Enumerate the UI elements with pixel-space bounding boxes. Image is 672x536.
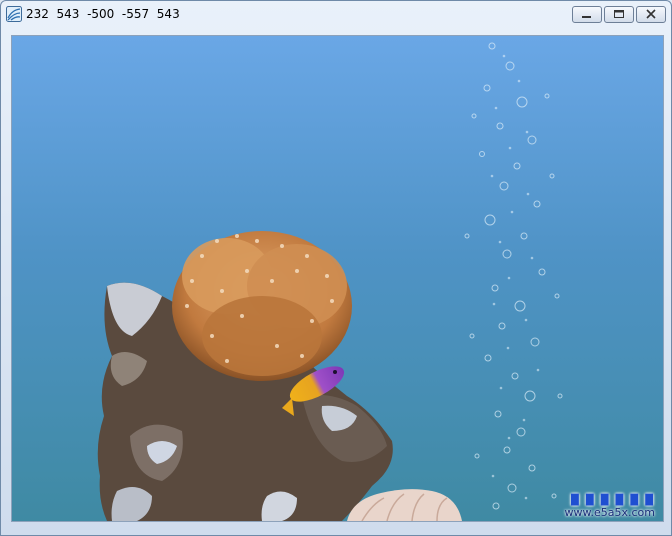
maximize-button[interactable] xyxy=(604,6,634,23)
app-window: 232 543 -500 -557 543 █ █ █ █ █ █ www.e5… xyxy=(0,0,672,536)
soft-coral xyxy=(172,231,352,381)
window-title: 232 543 -500 -557 543 xyxy=(26,7,180,21)
app-icon xyxy=(6,6,22,22)
minimize-icon xyxy=(582,16,591,18)
close-icon xyxy=(646,9,656,19)
title-bar[interactable]: 232 543 -500 -557 543 xyxy=(1,1,671,29)
watermark: █ █ █ █ █ █ www.e5a5x.com xyxy=(565,495,655,519)
aquarium-view[interactable]: █ █ █ █ █ █ www.e5a5x.com xyxy=(11,35,664,522)
watermark-url: www.e5a5x.com xyxy=(564,506,655,519)
close-button[interactable] xyxy=(636,6,666,23)
aquarium-scene xyxy=(12,36,663,521)
maximize-icon xyxy=(614,10,624,18)
minimize-button[interactable] xyxy=(572,6,602,23)
